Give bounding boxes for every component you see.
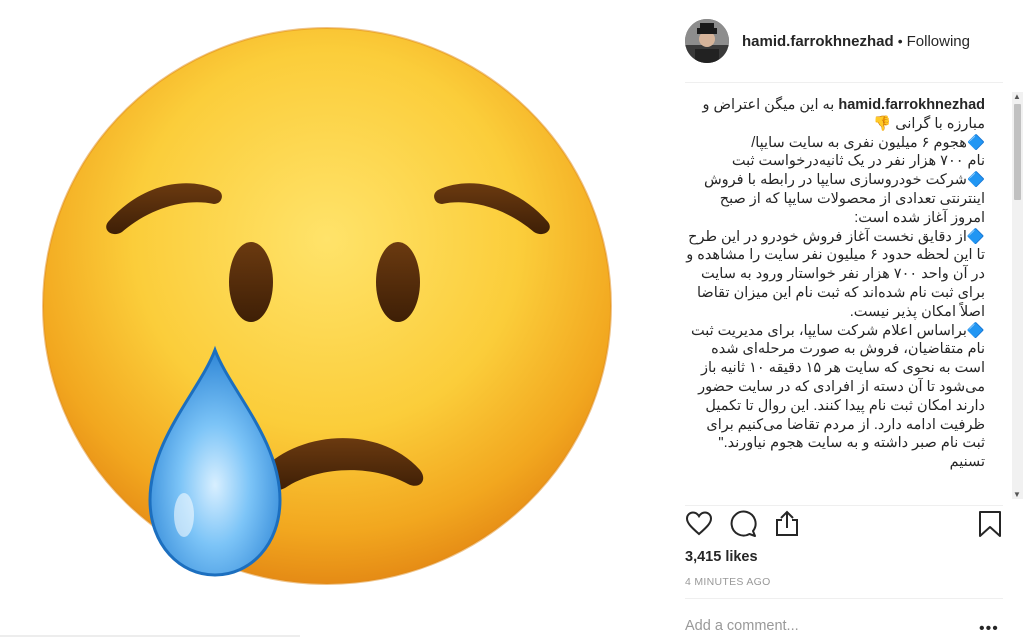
caption-username[interactable]: hamid.farrokhnezhad bbox=[838, 97, 985, 113]
bookmark-icon[interactable] bbox=[977, 510, 1007, 540]
scroll-up-icon[interactable]: ▲ bbox=[1013, 92, 1021, 101]
share-icon[interactable] bbox=[773, 510, 803, 540]
comment-divider bbox=[685, 598, 1003, 599]
crying-face-emoji bbox=[0, 27, 612, 637]
header-username[interactable]: hamid.farrokhnezhad bbox=[742, 33, 894, 50]
comment-bubble-icon[interactable] bbox=[729, 510, 759, 540]
heart-icon[interactable] bbox=[685, 510, 715, 540]
post-side-panel: hamid.farrokhnezhad • Following hamid.fa… bbox=[668, 0, 1023, 639]
caption: hamid.farrokhnezhad به این میگن اعتراض و… bbox=[685, 96, 985, 472]
caption-scroll-area[interactable]: hamid.farrokhnezhad به این میگن اعتراض و… bbox=[685, 96, 1003, 500]
separator-dot: • bbox=[897, 33, 903, 49]
post-timestamp[interactable]: 4 MINUTES AGO bbox=[685, 576, 771, 588]
action-bar bbox=[685, 510, 1003, 542]
comment-input[interactable] bbox=[685, 618, 955, 634]
scrollbar-thumb[interactable] bbox=[1014, 104, 1021, 200]
more-options-icon[interactable]: ••• bbox=[979, 620, 999, 638]
avatar[interactable] bbox=[685, 19, 729, 63]
likes-count[interactable]: 3,415 likes bbox=[685, 549, 758, 565]
post-header: hamid.farrokhnezhad • Following bbox=[685, 17, 1000, 65]
caption-text: به این میگن اعتراض و مبارزه با گرانی 👎 🔷… bbox=[686, 97, 985, 471]
post-image bbox=[0, 0, 668, 639]
follow-status-button[interactable]: Following bbox=[907, 33, 970, 50]
avatar-photo bbox=[685, 19, 729, 63]
header-divider bbox=[685, 82, 1003, 83]
caption-divider bbox=[685, 505, 1003, 506]
caption-scrollbar[interactable]: ▲ ▼ bbox=[1012, 92, 1023, 499]
scroll-down-icon[interactable]: ▼ bbox=[1013, 490, 1021, 499]
